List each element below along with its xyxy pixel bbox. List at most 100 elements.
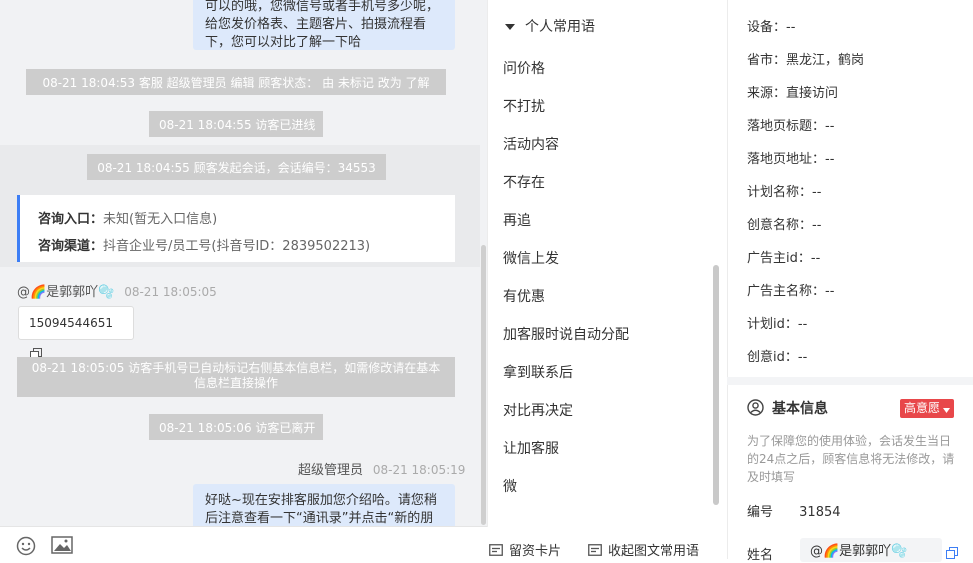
- phrase-item[interactable]: 微: [503, 476, 517, 496]
- lead-card-label: 留资卡片: [509, 544, 562, 559]
- phrase-item[interactable]: 加客服时说自动分配: [503, 324, 629, 344]
- info-row-advertiser-id: 广告主id：--: [747, 247, 820, 266]
- phrase-item[interactable]: 对比再决定: [503, 400, 573, 420]
- phrase-item[interactable]: 拿到联系后: [503, 362, 573, 382]
- message-line: 好哒~现在安排客服加您介绍哈。请您稍: [205, 493, 437, 508]
- channel-label: 咨询渠道：: [38, 239, 104, 254]
- info-row-plan-name: 计划名称：--: [747, 181, 821, 200]
- info-value: --: [812, 218, 822, 233]
- agent-message-bubble: 可以的哦，您微信号或者手机号多少呢， 给您发价格表、主题客片、拍摄流程看 下，您…: [193, 0, 455, 50]
- chat-panel: 可以的哦，您微信号或者手机号多少呢， 给您发价格表、主题客片、拍摄流程看 下，您…: [0, 0, 487, 559]
- visitor-meta: @🌈是郭郭吖🫧 08-21 18:05:05: [17, 281, 217, 300]
- info-value: --: [797, 350, 808, 365]
- channel-value: 抖音企业号/员工号(抖音号ID：2839502213): [103, 239, 371, 254]
- image-icon[interactable]: [51, 536, 73, 558]
- card-icon: [489, 543, 503, 560]
- info-row-source: 来源：直接访问: [747, 82, 838, 101]
- info-row-landing-url: 落地页地址：--: [747, 148, 834, 167]
- message-line: 下，您可以对比了解一下哈: [205, 35, 362, 50]
- agent-name: 超级管理员: [298, 463, 364, 478]
- info-value: --: [810, 251, 821, 266]
- id-value: 31854: [799, 505, 841, 520]
- agent-time: 08-21 18:05:19: [372, 463, 466, 477]
- intent-tag-dropdown[interactable]: 高意愿: [900, 399, 955, 418]
- info-label: 创意名称：: [747, 218, 813, 233]
- phrase-item[interactable]: 让加客服: [503, 438, 559, 458]
- consult-info-card: 咨询入口：未知(暂无入口信息) 咨询渠道：抖音企业号/员工号(抖音号ID：283…: [17, 195, 455, 262]
- phrase-scrollbar[interactable]: [713, 265, 719, 505]
- info-label: 广告主名称：: [747, 284, 826, 299]
- info-row-landing-title: 落地页标题：--: [747, 115, 834, 134]
- phrase-panel: [487, 0, 728, 559]
- info-value: --: [825, 284, 835, 299]
- info-row-creative-id: 创意id：--: [747, 346, 807, 365]
- phrase-item[interactable]: 再追: [503, 210, 531, 230]
- info-value: --: [797, 317, 808, 332]
- emoji-icon[interactable]: [16, 536, 36, 560]
- phrase-item[interactable]: 不打扰: [503, 96, 545, 116]
- phone-number: 15094544651: [29, 316, 113, 330]
- info-divider: [727, 377, 973, 385]
- lead-card-button[interactable]: 留资卡片: [489, 540, 561, 560]
- system-message-visitor-enter: 08-21 18:04:55 访客已进线: [149, 111, 323, 137]
- message-line: 可以的哦，您微信号或者手机号多少呢，: [205, 0, 440, 14]
- collapse-phrases-label: 收起图文常用语: [608, 544, 700, 559]
- card-icon: [588, 543, 602, 560]
- phrase-item[interactable]: 微信上发: [503, 248, 559, 268]
- info-label: 计划名称：: [747, 185, 813, 200]
- phrase-item[interactable]: 不存在: [503, 172, 545, 192]
- info-row-creative-name: 创意名称：--: [747, 214, 821, 233]
- copy-icon[interactable]: [946, 547, 958, 563]
- message-line: 给您发价格表、主题客片、拍摄流程看: [205, 17, 427, 32]
- info-label: 计划id：: [747, 317, 798, 332]
- info-value: --: [825, 152, 835, 167]
- user-circle-icon: [747, 398, 764, 420]
- info-label: 设备：: [747, 20, 787, 35]
- phrase-item[interactable]: 问价格: [503, 58, 545, 78]
- info-value: 直接访问: [786, 86, 839, 101]
- entry-value: 未知(暂无入口信息): [103, 212, 218, 227]
- phrase-group-header[interactable]: 个人常用语: [505, 16, 595, 36]
- phrase-item[interactable]: 有优惠: [503, 286, 545, 306]
- info-row-plan-id: 计划id：--: [747, 313, 807, 332]
- chat-scrollbar[interactable]: [481, 245, 486, 525]
- phrase-group-title: 个人常用语: [525, 19, 595, 35]
- agent-meta: 超级管理员 08-21 18:05:19: [298, 459, 465, 478]
- info-row-advertiser-name: 广告主名称：--: [747, 280, 834, 299]
- info-edit-hint: 为了保障您的使用体验，会话发生当日的24点之后，顾客信息将无法修改，请及时填写: [747, 434, 955, 484]
- info-value: --: [812, 185, 822, 200]
- intent-tag-label: 高意愿: [904, 401, 941, 415]
- info-label: 创意id：: [747, 350, 798, 365]
- info-value: --: [786, 20, 796, 35]
- system-message-session-start: 08-21 18:04:55 顾客发起会话，会话编号：34553: [87, 154, 386, 180]
- info-label: 来源：: [747, 86, 787, 101]
- name-field[interactable]: @🌈是郭郭吖🫧: [800, 538, 942, 562]
- info-row-region: 省市：黑龙江，鹤岗: [747, 49, 864, 68]
- collapse-phrases-button[interactable]: 收起图文常用语: [588, 540, 699, 560]
- info-label: 落地页地址：: [747, 152, 826, 167]
- info-label: 落地页标题：: [747, 119, 826, 134]
- system-message-status-change: 08-21 18:04:53 客服 超级管理员 编辑 顾客状态： 由 未标记 改…: [26, 69, 446, 95]
- id-label: 编号: [747, 505, 774, 520]
- phone-message[interactable]: 15094544651: [18, 306, 134, 360]
- name-label: 姓名: [747, 548, 774, 563]
- name-value: @🌈是郭郭吖🫧: [810, 544, 908, 559]
- info-row-name: 姓名: [747, 544, 773, 563]
- info-row-id: 编号 31854: [747, 501, 841, 520]
- info-value: 黑龙江，鹤岗: [786, 53, 865, 68]
- system-message-auto-mark: 08-21 18:05:05 访客手机号已自动标记右侧基本信息栏，如需修改请在基…: [17, 357, 455, 397]
- info-label: 省市：: [747, 53, 787, 68]
- visitor-name: @🌈是郭郭吖🫧: [17, 285, 115, 300]
- info-value: --: [825, 119, 835, 134]
- phrase-item[interactable]: 活动内容: [503, 134, 559, 154]
- basic-info-title: 基本信息: [772, 401, 828, 417]
- system-message-visitor-left: 08-21 18:05:06 访客已离开: [149, 414, 323, 440]
- visitor-time: 08-21 18:05:05: [124, 285, 217, 299]
- info-label: 广告主id：: [747, 251, 811, 266]
- basic-info-header: 基本信息: [747, 398, 828, 420]
- info-row-device: 设备：--: [747, 16, 795, 35]
- caret-down-icon: [505, 19, 515, 35]
- phrase-footer: 留资卡片 收起图文常用语: [487, 527, 727, 559]
- entry-label: 咨询入口：: [38, 212, 104, 227]
- chat-toolbar: [0, 526, 487, 560]
